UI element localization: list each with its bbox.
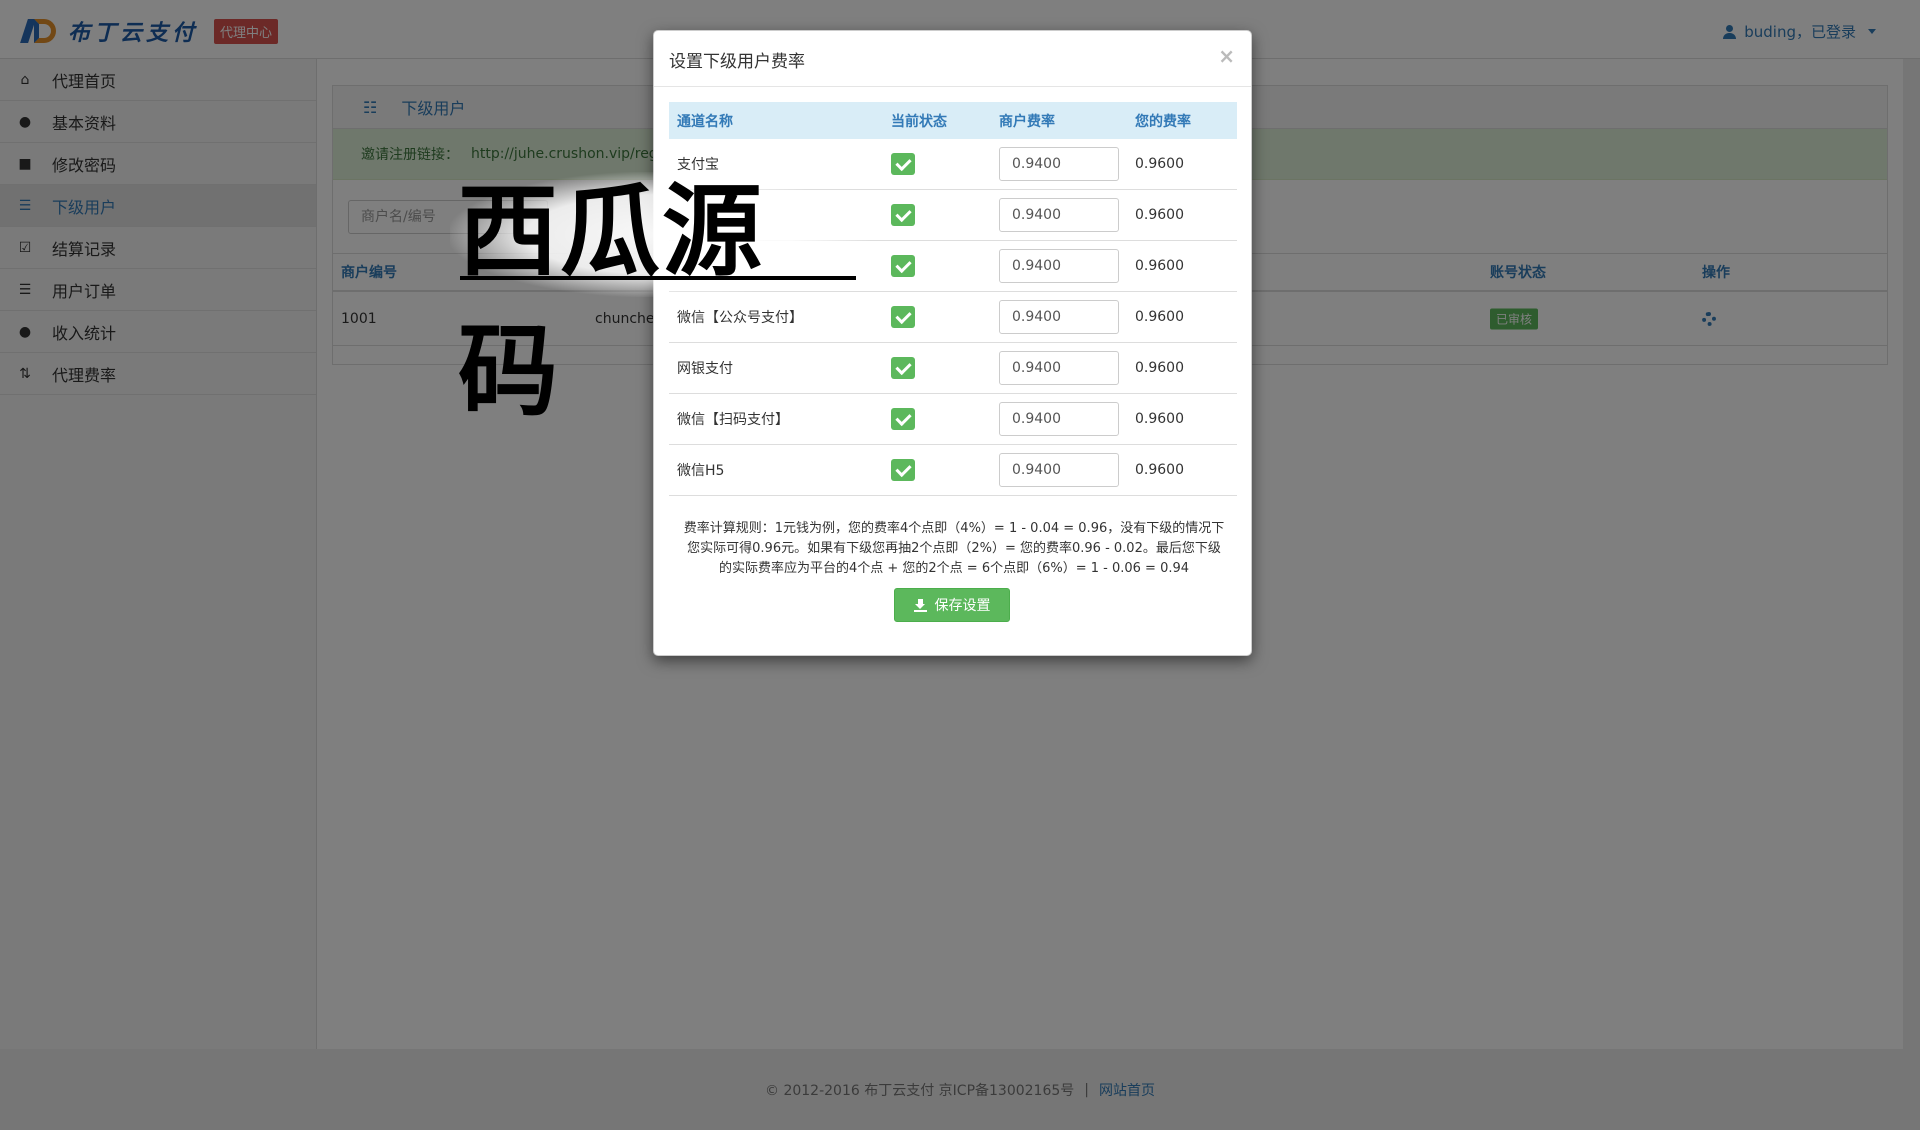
save-settings-label: 保存设置 [934,598,991,614]
rate-table-header: 通道名称 当前状态 商户费率 您的费率 [669,102,1237,139]
merchant-rate-input[interactable]: 0.9400 [999,300,1119,334]
your-rate: 0.9600 [1135,462,1184,478]
rule-line: 的实际费率应为平台的4个点 + 您的2个点 = 6个点即（6%）= 1 - 0.… [718,561,1190,576]
rate-rule-text: 费率计算规则：1元钱为例，您的费率4个点即（4%）= 1 - 0.04 = 0.… [669,519,1239,579]
status-checkbox[interactable] [891,357,915,379]
status-checkbox[interactable] [891,408,915,430]
merchant-rate-input[interactable]: 0.9400 [999,402,1119,436]
status-checkbox[interactable] [891,204,915,226]
col-merchant-rate: 商户费率 [999,113,1055,130]
download-icon [913,598,927,612]
col-channel: 通道名称 [677,113,733,130]
channel-name: 微信H5 [677,463,725,479]
rule-line: 费率计算规则：1元钱为例，您的费率4个点即（4%）= 1 - 0.04 = 0.… [683,521,1225,536]
close-icon[interactable]: × [1218,44,1235,68]
col-your-rate: 您的费率 [1135,113,1191,130]
your-rate: 0.9600 [1135,156,1184,172]
watermark: 西瓜源码 [450,162,870,430]
col-state: 当前状态 [891,113,947,130]
modal-header: 设置下级用户费率 × [654,31,1251,87]
status-checkbox[interactable] [891,306,915,328]
rule-line: 您实际可得0.96元。如果有下级您再抽2个点即（2%）= 您的费率0.96 - … [687,541,1221,556]
your-rate: 0.9600 [1135,360,1184,376]
merchant-rate-input[interactable]: 0.9400 [999,198,1119,232]
status-checkbox[interactable] [891,459,915,481]
watermark-text: 西瓜源码 [458,173,764,430]
your-rate: 0.9600 [1135,258,1184,274]
your-rate: 0.9600 [1135,207,1184,223]
your-rate: 0.9600 [1135,411,1184,427]
save-settings-button[interactable]: 保存设置 [894,588,1010,622]
status-checkbox[interactable] [891,255,915,277]
status-checkbox[interactable] [891,153,915,175]
merchant-rate-input[interactable]: 0.9400 [999,351,1119,385]
merchant-rate-input[interactable]: 0.9400 [999,249,1119,283]
your-rate: 0.9600 [1135,309,1184,325]
rate-row: 微信H5 0.9400 0.9600 [669,445,1237,496]
merchant-rate-input[interactable]: 0.9400 [999,453,1119,487]
merchant-rate-input[interactable]: 0.9400 [999,147,1119,181]
watermark-underline [460,276,856,280]
modal-title: 设置下级用户费率 [669,52,805,72]
